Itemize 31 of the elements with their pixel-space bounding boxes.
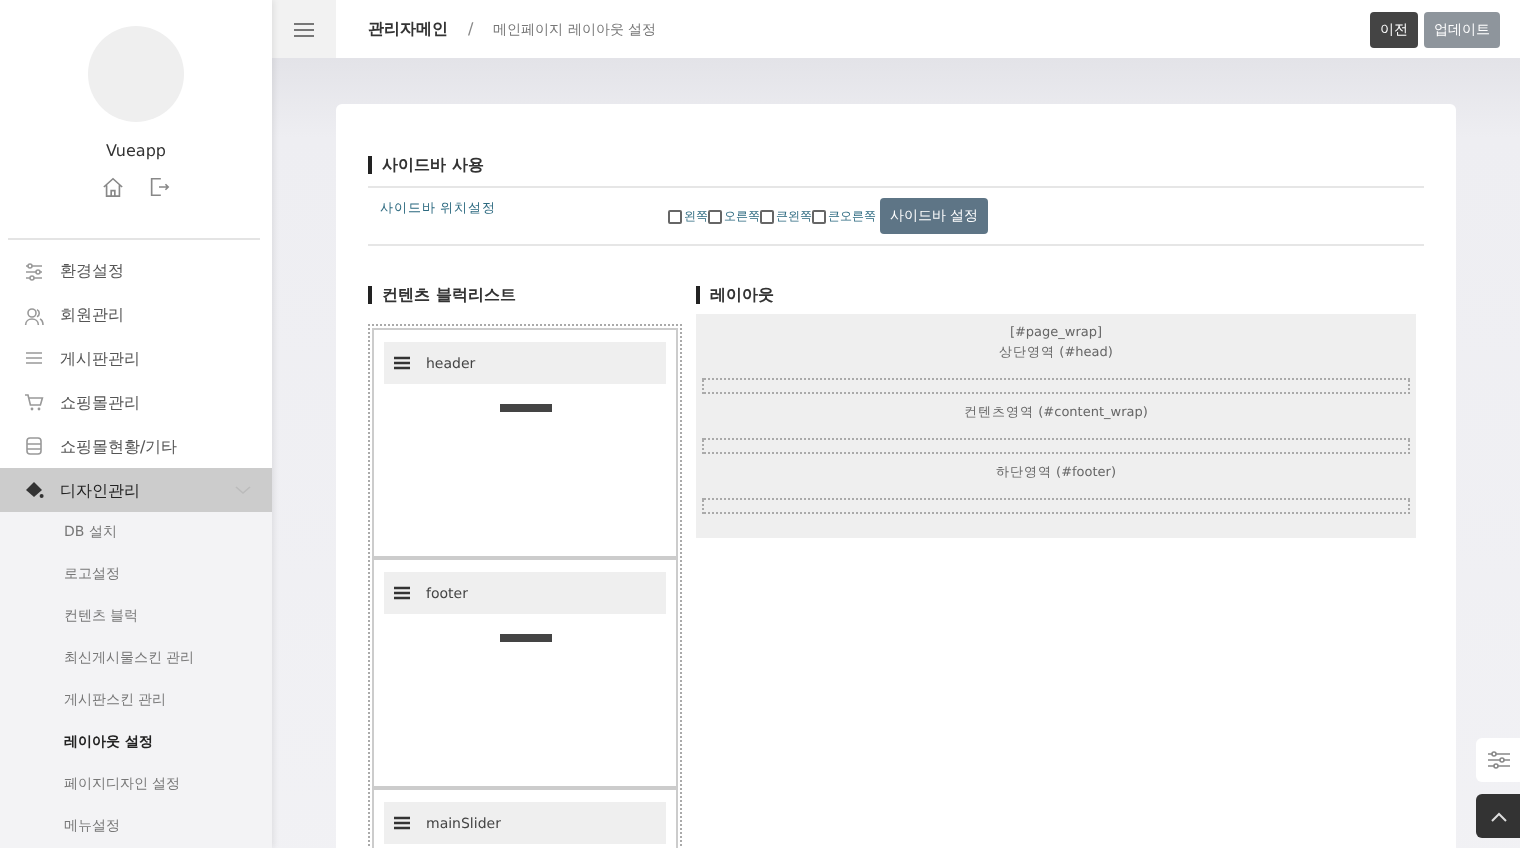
database-icon	[24, 436, 44, 457]
paint-bucket-icon	[24, 480, 44, 501]
list-icon	[24, 348, 44, 369]
section-title: 사이드바 사용	[368, 156, 1424, 174]
sliders-icon	[24, 261, 44, 282]
menu-icon	[294, 21, 314, 37]
users-icon	[24, 305, 44, 326]
section-title: 컨텐츠 블럭리스트	[368, 286, 682, 304]
chevron-up-icon	[1489, 811, 1507, 821]
breadcrumb-link[interactable]: 관리자메인	[368, 18, 448, 40]
bar-icon	[499, 634, 551, 642]
menu-item[interactable]: 환경설정	[0, 249, 272, 294]
profile-name: Vueapp	[106, 141, 166, 160]
menu-item[interactable]: 쇼핑몰현황/기타	[0, 424, 272, 469]
scroll-top-button[interactable]	[1476, 794, 1520, 838]
cart-icon	[24, 392, 44, 413]
section-title: 레이아웃	[696, 286, 1416, 304]
drag-handle-icon[interactable]	[394, 356, 410, 370]
menu-item[interactable]: 회원관리	[0, 293, 272, 337]
logout-icon[interactable]	[148, 175, 170, 198]
home-icon[interactable]	[102, 175, 124, 198]
sliders-icon	[1487, 750, 1509, 770]
settings-button[interactable]	[1476, 738, 1520, 782]
breadcrumb-separator: /	[468, 20, 474, 38]
drag-handle-icon[interactable]	[394, 816, 410, 830]
menu-button[interactable]	[272, 0, 336, 58]
bar-icon	[499, 404, 551, 412]
menu-item[interactable]: 디자인관리	[0, 468, 272, 512]
menu-item[interactable]: 쇼핑몰관리	[0, 380, 272, 425]
menu-item[interactable]: 게시판관리	[0, 336, 272, 381]
drag-handle-icon[interactable]	[394, 586, 410, 600]
